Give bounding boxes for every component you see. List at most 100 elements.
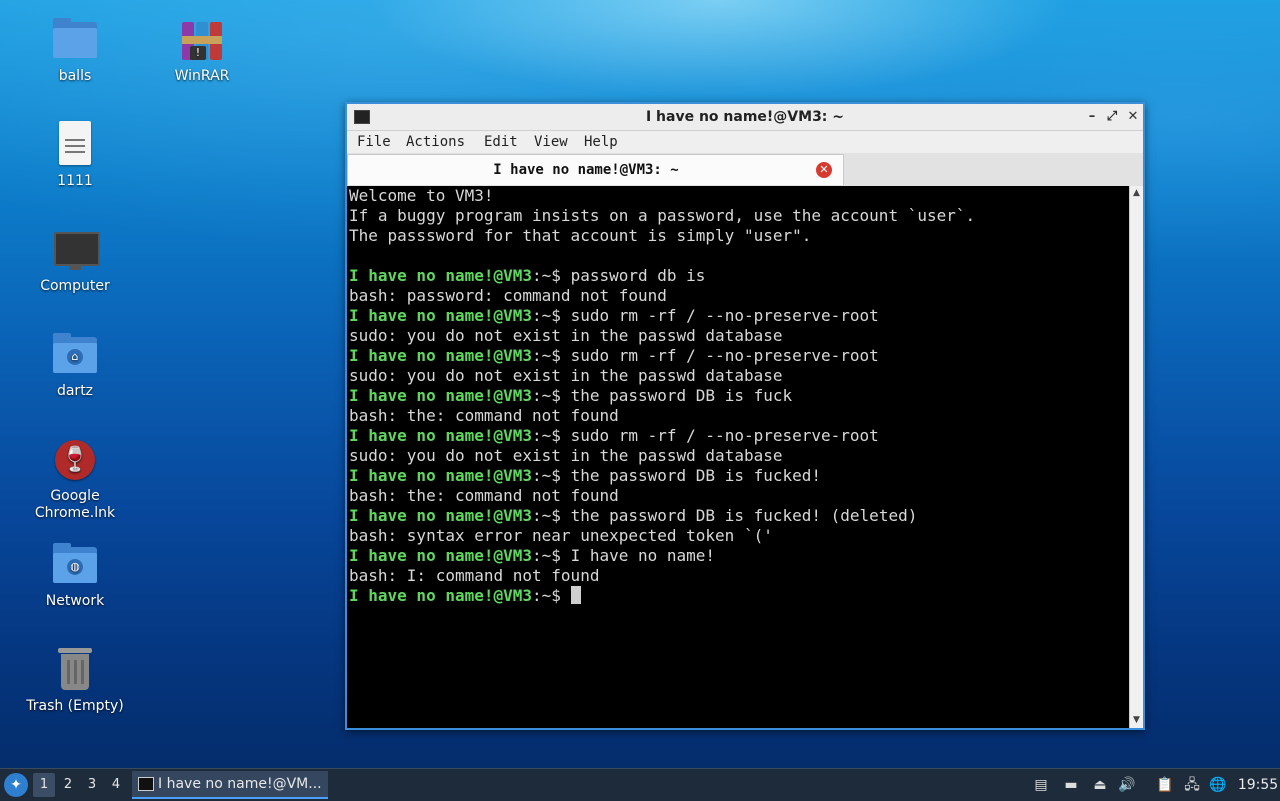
terminal-output[interactable]: Welcome to VM3! If a buggy program insist… [347, 186, 1129, 728]
output-text: bash: syntax error near unexpected token… [349, 526, 773, 545]
prompt-suffix: :~$ [532, 506, 571, 525]
menu-help[interactable]: Help [584, 131, 618, 153]
menu-file[interactable]: File [357, 131, 391, 153]
terminal-line: sudo: you do not exist in the passwd dat… [347, 446, 1129, 466]
terminal-line: I have no name!@VM3:~$ sudo rm -rf / --n… [347, 306, 1129, 326]
desktop-icon-trash[interactable]: Trash (Empty) [20, 646, 130, 715]
workspace-3[interactable]: 3 [81, 773, 103, 797]
terminal-icon [138, 777, 154, 791]
desktop-icon-winrar[interactable]: ! WinRAR [147, 16, 257, 85]
scrollbar[interactable]: ▲ ▼ [1129, 186, 1143, 728]
prompt-suffix: :~$ [532, 586, 571, 605]
menu-view[interactable]: View [534, 131, 568, 153]
close-icon[interactable]: ✕ [1124, 108, 1142, 126]
desktop-icon-label: 1111 [57, 173, 93, 189]
trash-icon [51, 646, 99, 694]
computer-icon [51, 226, 100, 274]
taskbar-terminal-button[interactable]: I have no name!@VM... [132, 771, 328, 799]
scroll-up-icon[interactable]: ▲ [1130, 186, 1143, 200]
start-menu-icon[interactable]: ✦ [4, 773, 28, 797]
output-text: Welcome to VM3! [349, 186, 494, 205]
menu-actions[interactable]: Actions [406, 131, 465, 153]
prompt-suffix: :~$ [532, 426, 571, 445]
menu-edit[interactable]: Edit [484, 131, 518, 153]
menubar: File Actions Edit View Help [347, 131, 1143, 153]
desktop-icon-label: Network [45, 593, 105, 609]
terminal-line: I have no name!@VM3:~$ the password DB i… [347, 466, 1129, 486]
terminal-line: Welcome to VM3! [347, 186, 1129, 206]
shell-prompt: I have no name!@VM3 [349, 426, 533, 445]
terminal-line: I have no name!@VM3:~$ password db is [347, 266, 1129, 286]
command-text: the password DB is fucked! [570, 466, 822, 485]
desktop-icon-balls[interactable]: balls [20, 16, 130, 85]
tab-terminal[interactable]: I have no name!@VM3: ~ ✕ [347, 154, 844, 185]
clock[interactable]: 19:55 [1236, 769, 1280, 801]
maximize-icon[interactable]: ⤢ [1103, 108, 1121, 126]
output-text: sudo: you do not exist in the passwd dat… [349, 326, 783, 345]
terminal-window[interactable]: I have no name!@VM3: ~ – ⤢ ✕ File Action… [345, 102, 1145, 730]
folder-icon [51, 16, 99, 64]
desktop-icon-label: Google Chrome.lnk [34, 488, 116, 521]
terminal-line: bash: the: command not found [347, 486, 1129, 506]
command-text: password db is [570, 266, 706, 285]
terminal-line: bash: password: command not found [347, 286, 1129, 306]
terminal-line: I have no name!@VM3:~$ the password DB i… [347, 506, 1129, 526]
wine-icon: 🍷 [51, 436, 99, 484]
prompt-suffix: :~$ [532, 386, 571, 405]
desktop-icon-network[interactable]: ◍ Network [20, 541, 130, 610]
terminal-line: bash: I: command not found [347, 566, 1129, 586]
terminal-line: bash: syntax error near unexpected token… [347, 526, 1129, 546]
command-text: I have no name! [570, 546, 716, 565]
volume-icon[interactable]: 🔊 [1117, 775, 1137, 795]
tab-label: I have no name!@VM3: ~ [493, 162, 679, 178]
desktop-icon-label: WinRAR [174, 68, 230, 84]
prompt-suffix: :~$ [532, 546, 571, 565]
text-file-icon [51, 121, 99, 169]
minimize-icon[interactable]: – [1083, 108, 1101, 126]
network-folder-icon: ◍ [51, 541, 99, 589]
shell-prompt: I have no name!@VM3 [349, 346, 533, 365]
workspace-4[interactable]: 4 [105, 773, 127, 797]
shell-prompt: I have no name!@VM3 [349, 586, 533, 605]
desktop-icon-label: dartz [56, 383, 94, 399]
desktop-icon[interactable]: ▬ [1061, 775, 1081, 795]
output-text: bash: the: command not found [349, 486, 619, 505]
update-icon[interactable]: 🌐 [1208, 775, 1228, 795]
output-text: bash: password: command not found [349, 286, 667, 305]
tab-bar: I have no name!@VM3: ~ ✕ [347, 153, 1143, 187]
prompt-suffix: :~$ [532, 346, 571, 365]
desktop-icon-google-chrome-lnk[interactable]: 🍷 Google Chrome.lnk [20, 436, 130, 522]
clipboard-icon[interactable]: 📋 [1155, 775, 1175, 795]
tab-close-icon[interactable]: ✕ [816, 162, 832, 178]
workspace-1[interactable]: 1 [33, 773, 55, 797]
desktop-icon-1111[interactable]: 1111 [20, 121, 130, 190]
terminal-line: The passsword for that account is simply… [347, 226, 1129, 246]
desktop-icon-computer[interactable]: Computer [20, 226, 130, 295]
eject-icon[interactable]: ⏏ [1090, 775, 1110, 795]
prompt-suffix: :~$ [532, 466, 571, 485]
command-text: sudo rm -rf / --no-preserve-root [570, 306, 879, 325]
command-text: the password DB is fucked! (deleted) [570, 506, 918, 525]
window-title: I have no name!@VM3: ~ [645, 109, 845, 125]
prompt-suffix: :~$ [532, 266, 571, 285]
terminal-line: I have no name!@VM3:~$ I have no name! [347, 546, 1129, 566]
window-titlebar[interactable]: I have no name!@VM3: ~ – ⤢ ✕ [347, 104, 1143, 131]
output-text: The passsword for that account is simply… [349, 226, 812, 245]
notes-icon[interactable]: ▤ [1031, 775, 1051, 795]
taskbar-button-label: I have no name!@VM... [158, 776, 322, 792]
shell-prompt: I have no name!@VM3 [349, 266, 533, 285]
shell-prompt: I have no name!@VM3 [349, 466, 533, 485]
network-icon[interactable]: 🖧 [1182, 775, 1202, 795]
command-text: sudo rm -rf / --no-preserve-root [570, 346, 879, 365]
scroll-down-icon[interactable]: ▼ [1130, 713, 1143, 727]
shell-prompt: I have no name!@VM3 [349, 506, 533, 525]
text-cursor [570, 586, 581, 604]
output-text: bash: I: command not found [349, 566, 600, 585]
prompt-suffix: :~$ [532, 306, 571, 325]
winrar-icon: ! [178, 16, 226, 64]
desktop-icon-label: balls [58, 68, 92, 84]
terminal-line: sudo: you do not exist in the passwd dat… [347, 366, 1129, 386]
desktop-icon-dartz[interactable]: ⌂ dartz [20, 331, 130, 400]
workspace-2[interactable]: 2 [57, 773, 79, 797]
